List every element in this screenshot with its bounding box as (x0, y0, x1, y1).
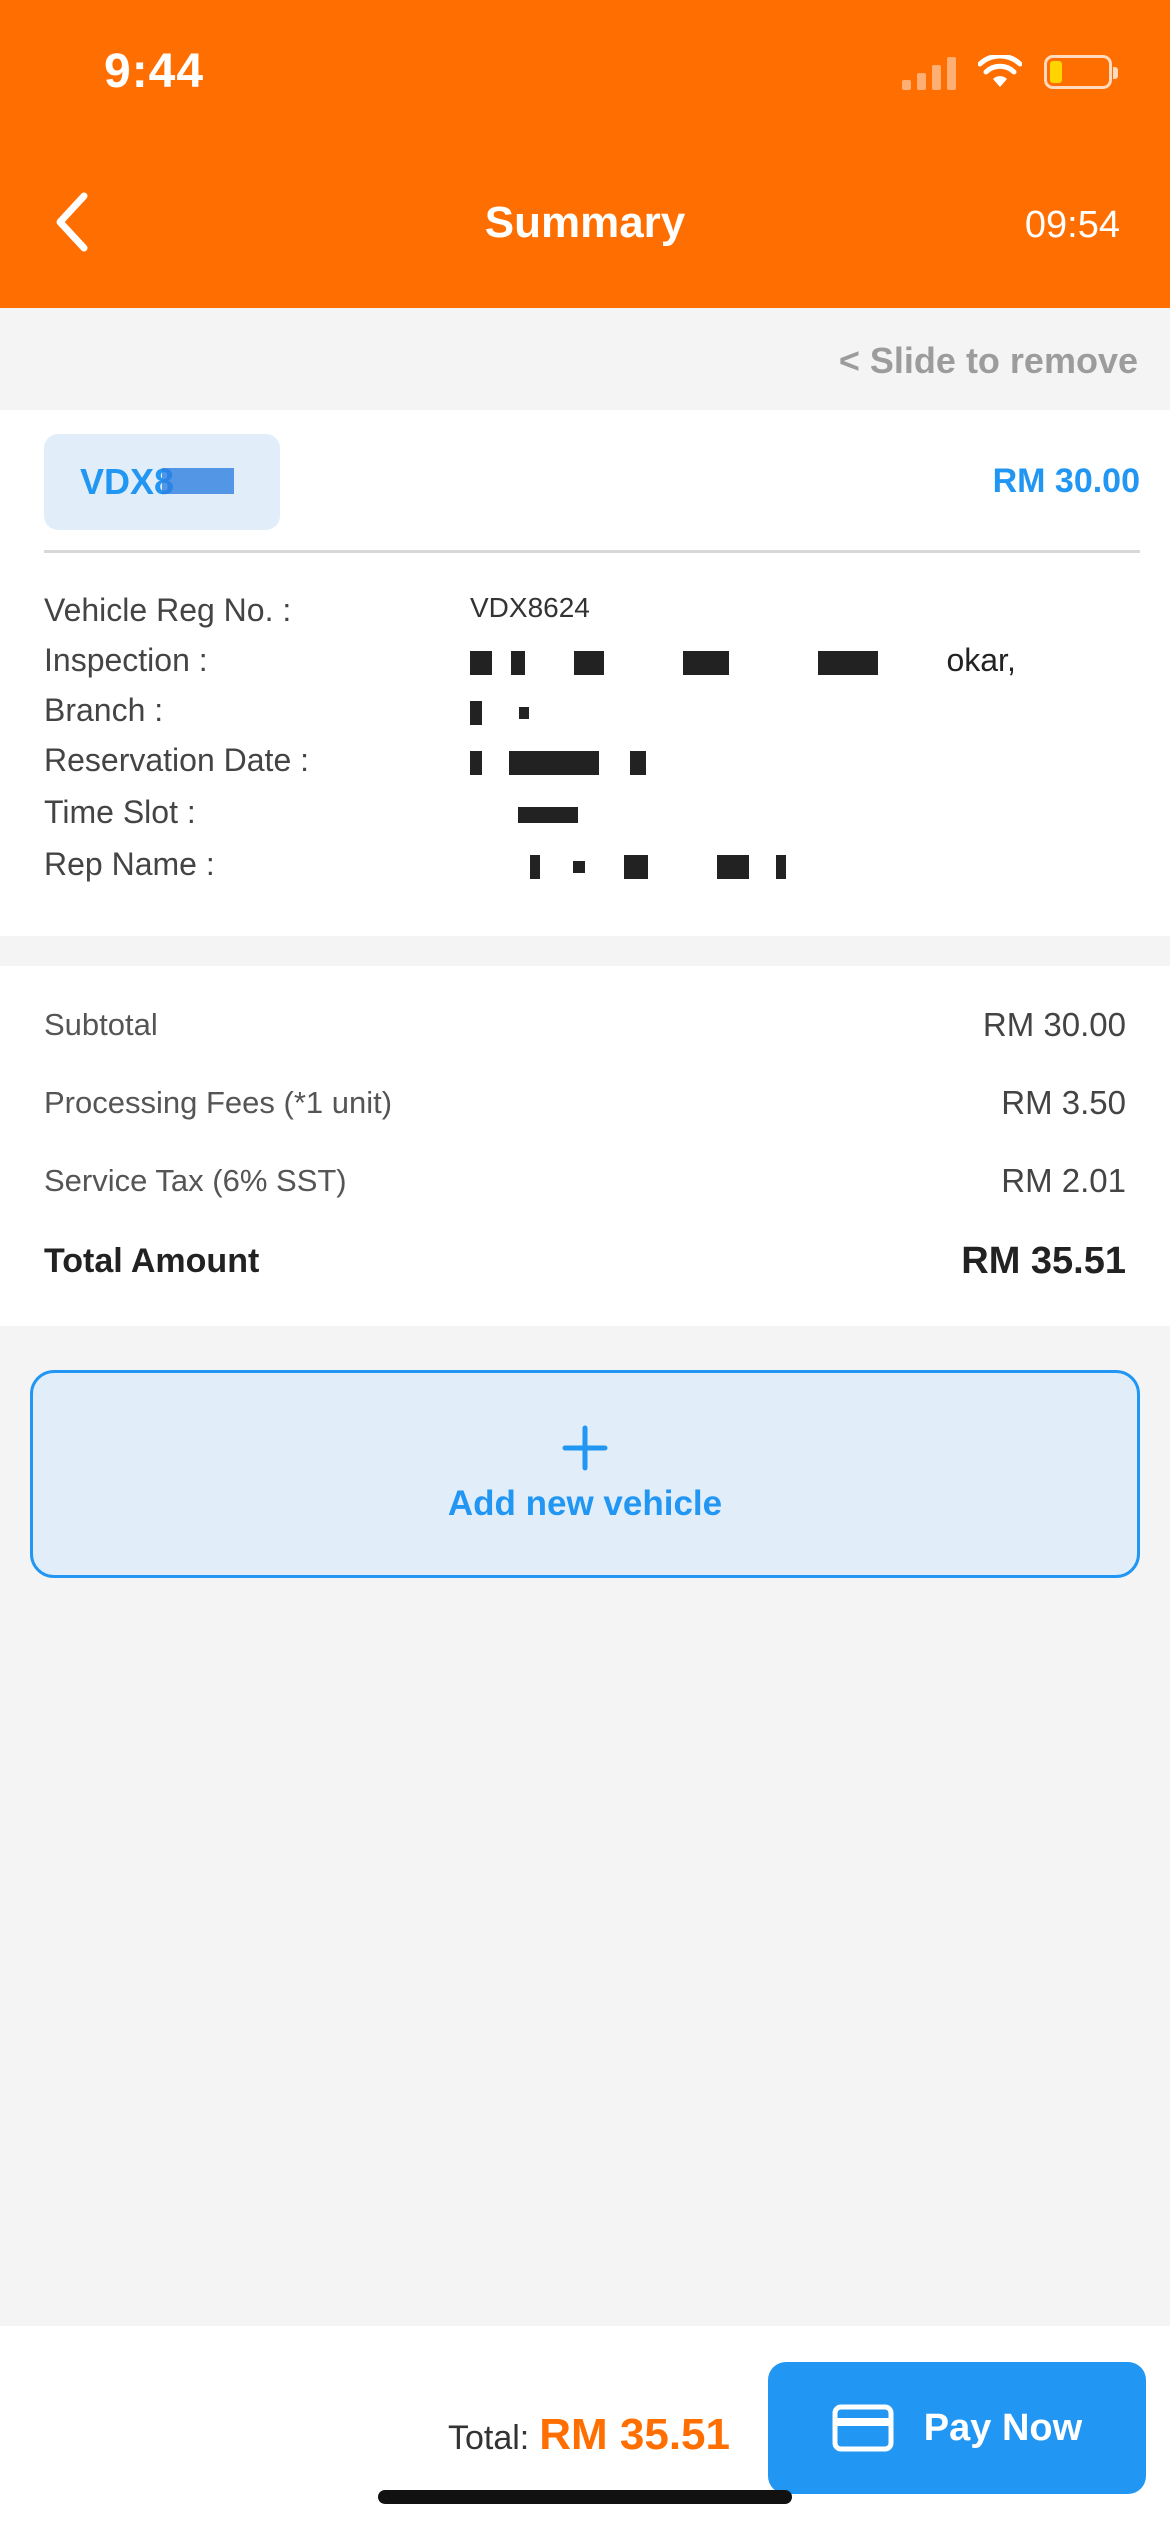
vehicle-price: RM 30.00 (992, 462, 1140, 500)
detail-label-reg: Vehicle Reg No. : (44, 592, 292, 628)
service-tax-label: Service Tax (6% SST) (44, 1163, 347, 1198)
redacted-block (470, 750, 482, 775)
pay-now-label: Pay Now (923, 2406, 1083, 2449)
redacted-block (572, 860, 585, 873)
detail-value-time-slot (470, 794, 578, 831)
detail-value-rep-name (470, 846, 786, 883)
signal-icon (902, 54, 956, 90)
detail-value-reg: VDX8624 (470, 592, 590, 623)
redacted-block (530, 854, 540, 879)
slide-to-remove-hint: < Slide to remove (838, 340, 1138, 381)
redacted-block (775, 854, 786, 879)
total-amount-row: Total Amount RM 35.51 (44, 1240, 1126, 1283)
pay-now-button[interactable]: Pay Now (768, 2362, 1146, 2494)
status-time: 9:44 (104, 45, 205, 98)
redacted-block (817, 650, 878, 675)
processing-fee-label: Processing Fees (*1 unit) (44, 1085, 393, 1120)
home-indicator (378, 2490, 792, 2504)
wifi-icon (978, 55, 1022, 87)
total-amount-value: RM 35.51 (961, 1240, 1126, 1282)
card-divider (44, 550, 1140, 553)
battery-icon (1044, 55, 1118, 89)
detail-value-branch (470, 692, 529, 729)
redacted-block (470, 700, 482, 725)
detail-value-inspection: okar, (470, 642, 1016, 679)
countdown-timer: 09:54 (1024, 204, 1120, 246)
vehicle-card[interactable]: VDX8 RM 30.00 Vehicle Reg No. : VDX8624 … (0, 410, 1170, 936)
app-header: 9:44 Summary 09:54 (0, 0, 1170, 308)
redacted-block (629, 750, 646, 775)
detail-label-branch: Branch : (44, 692, 164, 728)
redacted-block (510, 650, 525, 675)
redacted-block (573, 650, 604, 675)
add-vehicle-button[interactable]: Add new vehicle (30, 1370, 1140, 1578)
plus-icon (562, 1425, 608, 1471)
credit-card-icon (832, 2404, 894, 2452)
footer-total-label: Total: (447, 2419, 530, 2457)
redacted-block (518, 806, 578, 823)
processing-fee-value: RM 3.50 (1001, 1084, 1126, 1121)
subtotal-label: Subtotal (44, 1007, 158, 1042)
detail-label-inspection: Inspection : (44, 642, 208, 678)
processing-fee-row: Processing Fees (*1 unit) RM 3.50 (44, 1084, 1126, 1122)
plate-chip-label: VDX8 (80, 461, 175, 502)
subtotal-value: RM 30.00 (982, 1006, 1126, 1043)
redacted-block (682, 650, 729, 675)
total-amount-label: Total Amount (44, 1242, 260, 1280)
add-vehicle-label: Add new vehicle (447, 1484, 723, 1523)
service-tax-value: RM 2.01 (1001, 1162, 1126, 1199)
footer-total: Total: RM 35.51 (448, 2410, 730, 2460)
subtotal-row: Subtotal RM 30.00 (44, 1006, 1126, 1044)
redacted-block (623, 854, 648, 879)
redacted-block (716, 854, 749, 879)
page-title: Summary (484, 198, 686, 247)
plate-redaction (162, 468, 234, 494)
redacted-block (518, 706, 529, 719)
service-tax-row: Service Tax (6% SST) RM 2.01 (44, 1162, 1126, 1200)
status-icons (902, 52, 1118, 92)
detail-label-rep-name: Rep Name : (44, 846, 215, 882)
redacted-block (508, 750, 599, 775)
detail-label-time-slot: Time Slot : (44, 794, 196, 830)
footer-total-value: RM 35.51 (539, 2410, 730, 2459)
detail-value-reservation-date (470, 742, 646, 779)
redacted-block (470, 650, 492, 675)
plate-chip: VDX8 (44, 434, 280, 530)
price-summary: Subtotal RM 30.00 Processing Fees (*1 un… (0, 966, 1170, 1326)
detail-label-reservation-date: Reservation Date : (44, 742, 310, 778)
inspection-suffix: okar, (946, 642, 1016, 678)
